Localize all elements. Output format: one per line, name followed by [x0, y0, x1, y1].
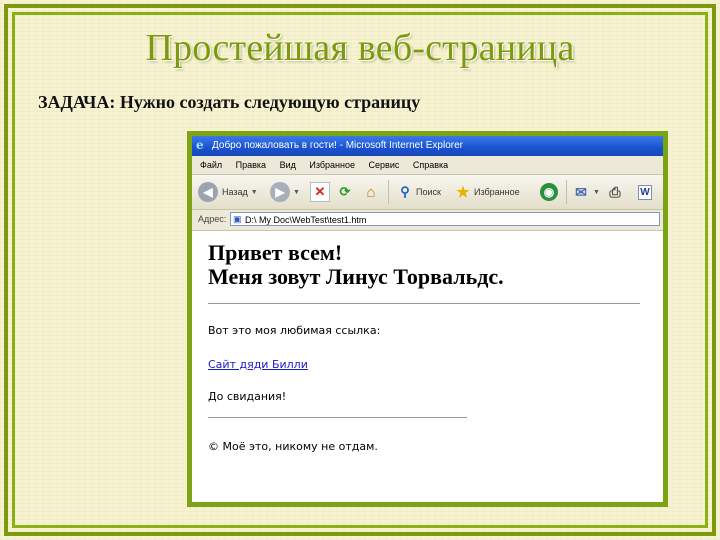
- favorites-button[interactable]: ★ Избранное: [454, 181, 520, 203]
- back-button[interactable]: ◀ Назад ▼: [198, 181, 258, 203]
- back-arrow-icon: ◀: [198, 182, 218, 202]
- goodbye-text: До свидания!: [208, 390, 287, 403]
- refresh-button[interactable]: ⟳: [336, 181, 354, 203]
- word-button[interactable]: W: [638, 181, 652, 203]
- page-content: Привет всем! Меня зовут Линус Торвальдс.…: [192, 241, 663, 453]
- horizontal-rule-short: [208, 417, 467, 418]
- slide-title: Простейшая веб-страница: [145, 27, 575, 69]
- browser-titlebar[interactable]: e Добро пожаловать в гости! - Microsoft …: [192, 136, 663, 156]
- mail-button[interactable]: ✉ ▼: [572, 181, 600, 203]
- address-label: Адрес:: [198, 214, 227, 224]
- print-button[interactable]: ⎙: [606, 181, 624, 203]
- address-bar: Адрес: ▣ D:\ My Doc\WebTest\test1.htm: [192, 210, 663, 231]
- task-text: ЗАДАЧА: Нужно создать следующую страницу: [38, 92, 421, 112]
- chevron-down-icon: ▼: [250, 188, 258, 196]
- menu-help[interactable]: Справка: [413, 160, 448, 170]
- toolbar-separator: [388, 180, 389, 204]
- window-title: Добро пожаловать в гости! - Microsoft In…: [212, 140, 463, 151]
- home-button[interactable]: ⌂: [362, 181, 380, 203]
- heading-line-2: Меня зовут Линус Торвальдс.: [208, 264, 504, 289]
- home-icon: ⌂: [366, 183, 376, 201]
- internet-explorer-icon: e: [196, 138, 204, 152]
- menu-bar: Файл Правка Вид Избранное Сервис Справка: [192, 156, 663, 175]
- stop-icon: ✕: [310, 182, 330, 202]
- star-icon: ★: [456, 184, 470, 201]
- menu-tools[interactable]: Сервис: [369, 160, 400, 170]
- horizontal-rule: [208, 303, 640, 304]
- menu-file[interactable]: Файл: [200, 160, 222, 170]
- refresh-icon: ⟳: [339, 184, 351, 199]
- page-icon: ▣: [233, 214, 242, 224]
- chevron-down-icon: ▼: [593, 188, 600, 196]
- browser-window: e Добро пожаловать в гости! - Microsoft …: [187, 131, 668, 507]
- stop-button[interactable]: ✕: [310, 181, 330, 203]
- menu-edit[interactable]: Правка: [236, 160, 266, 170]
- search-icon: ⚲: [400, 184, 410, 199]
- heading-line-1: Привет всем!: [208, 240, 343, 265]
- copyright-text: © Моё это, никому не отдам.: [208, 440, 378, 453]
- menu-favorites[interactable]: Избранное: [309, 160, 355, 170]
- forward-arrow-icon: ▶: [270, 182, 290, 202]
- address-input[interactable]: ▣ D:\ My Doc\WebTest\test1.htm: [230, 212, 660, 226]
- link-intro-text: Вот это моя любимая ссылка:: [208, 324, 381, 337]
- media-button[interactable]: ◉: [540, 181, 558, 203]
- media-icon: ◉: [540, 183, 558, 201]
- menu-view[interactable]: Вид: [280, 160, 296, 170]
- favorites-label: Избранное: [474, 187, 520, 197]
- mail-icon: ✉: [575, 183, 587, 200]
- chevron-down-icon: ▼: [293, 188, 300, 196]
- search-button[interactable]: ⚲ Поиск: [396, 181, 441, 203]
- toolbar-separator: [566, 180, 567, 204]
- page-heading: Привет всем! Меня зовут Линус Торвальдс.: [208, 241, 647, 289]
- word-icon: W: [638, 184, 652, 200]
- printer-icon: ⎙: [609, 183, 621, 200]
- search-label: Поиск: [416, 187, 441, 197]
- forward-button[interactable]: ▶ ▼: [270, 181, 300, 203]
- back-label: Назад: [222, 187, 248, 197]
- favorite-link[interactable]: Сайт дяди Билли: [208, 358, 308, 371]
- address-value: D:\ My Doc\WebTest\test1.htm: [245, 215, 367, 225]
- browser-toolbar: ◀ Назад ▼ ▶ ▼ ✕ ⟳ ⌂ ⚲ Поиск ★ Избранное …: [192, 175, 663, 210]
